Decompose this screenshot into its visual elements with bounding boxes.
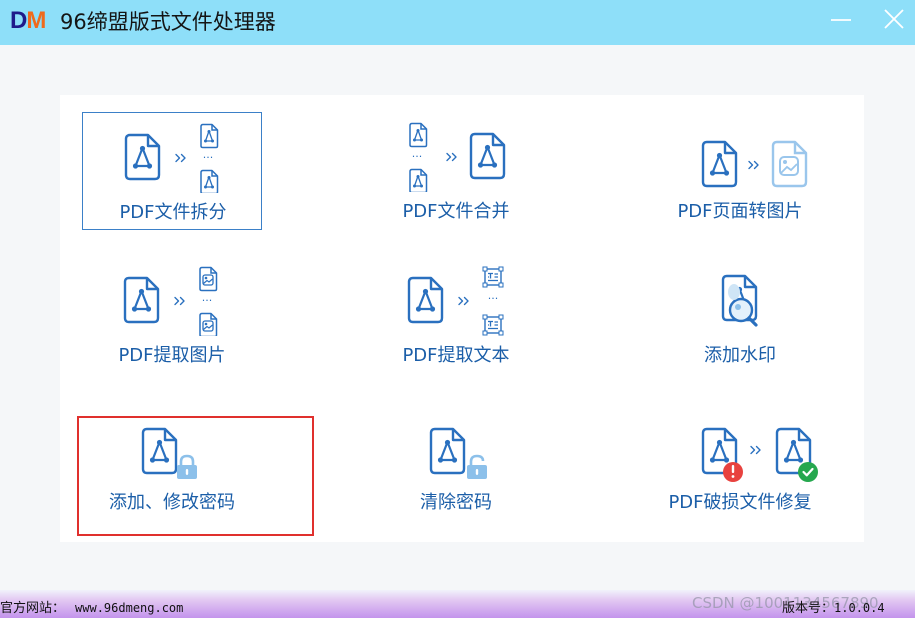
repair-pdf-icon	[701, 427, 818, 482]
tool-label: 清除密码	[420, 492, 492, 513]
extract-images-icon: ···	[123, 266, 218, 336]
tool-label: PDF页面转图片	[677, 201, 803, 222]
pdf-merge-icon: ···	[409, 122, 506, 192]
image-file-icon	[771, 140, 808, 188]
tool-extract-images[interactable]: ··· PDF提取图片	[82, 256, 262, 374]
tool-extract-text[interactable]: ··· PDF提取文本	[366, 256, 546, 374]
tool-label: PDF破损文件修复	[668, 492, 812, 513]
close-button[interactable]	[872, 0, 912, 40]
svg-text:···: ···	[488, 292, 499, 305]
svg-text:···: ···	[202, 294, 213, 307]
watermark-icon	[721, 274, 758, 327]
minimize-button[interactable]	[822, 0, 862, 40]
pdf-split-icon: ···	[124, 123, 219, 193]
tool-label: PDF文件合并	[402, 201, 510, 222]
version-number: 1.0.0.4	[834, 601, 885, 615]
title-bar: DM 96缔盟版式文件处理器	[0, 0, 915, 45]
status-bar: 官方网站： www.96dmeng.com CSDN @1001134567890…	[0, 590, 915, 618]
tool-label: PDF文件拆分	[119, 202, 227, 223]
tool-label: 添加水印	[704, 345, 776, 366]
svg-text:···: ···	[412, 150, 423, 163]
add-password-icon	[141, 427, 199, 481]
extract-text-icon: ···	[407, 266, 504, 336]
version-info: 版本号：1.0.0.4	[782, 597, 885, 616]
remove-password-icon	[429, 427, 489, 481]
version-label: 版本号：	[782, 601, 835, 616]
website-link[interactable]: www.96dmeng.com	[75, 601, 183, 615]
tool-pdf-merge[interactable]: ··· PDF文件合并	[366, 112, 546, 230]
website-info: 官方网站： www.96dmeng.com	[0, 597, 183, 616]
minimize-icon	[831, 19, 851, 21]
tool-panel: ··· PDF文件拆分 ··· PDF文件合并 PDF页面转图片 ··· PDF…	[60, 95, 864, 542]
tool-add-watermark[interactable]: 添加水印	[650, 256, 830, 374]
tool-label: PDF提取文本	[402, 345, 510, 366]
website-label: 官方网站：	[0, 601, 66, 616]
tool-add-modify-password[interactable]: 添加、修改密码	[82, 403, 262, 521]
app-title: 96缔盟版式文件处理器	[60, 10, 276, 34]
tool-label: PDF提取图片	[118, 345, 226, 366]
tool-remove-password[interactable]: 清除密码	[366, 403, 546, 521]
check-badge-icon	[798, 462, 818, 482]
tool-repair-pdf[interactable]: PDF破损文件修复	[650, 403, 830, 521]
app-logo: DM	[10, 7, 46, 34]
svg-text:···: ···	[203, 151, 214, 164]
error-badge-icon	[723, 462, 743, 482]
pdf-to-image-icon	[701, 140, 808, 188]
tool-label: 添加、修改密码	[109, 492, 235, 513]
tool-pdf-to-image[interactable]: PDF页面转图片	[650, 112, 830, 230]
tool-pdf-split[interactable]: ··· PDF文件拆分	[82, 112, 262, 230]
close-icon	[884, 9, 904, 29]
